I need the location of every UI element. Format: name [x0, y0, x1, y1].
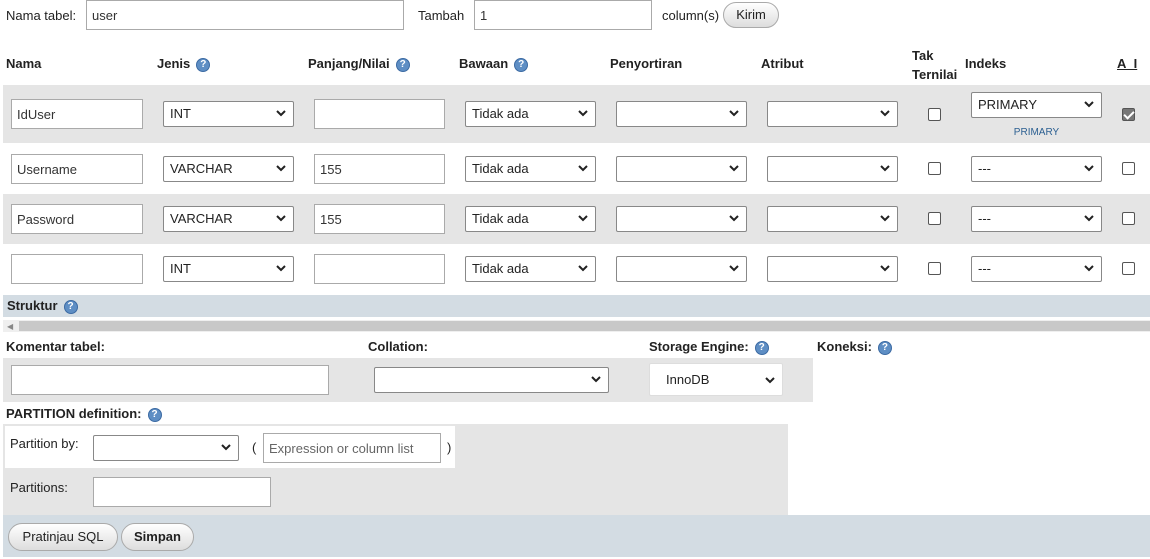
close-paren: )	[447, 440, 452, 455]
column-type-select[interactable]: INT	[163, 101, 294, 127]
partitions-label: Partitions:	[10, 480, 68, 495]
column-name-input[interactable]	[11, 99, 143, 129]
column-type-select[interactable]: INT	[163, 256, 294, 282]
structure-section-bar: Struktur?	[3, 295, 1150, 317]
column-attribute-select[interactable]	[767, 256, 898, 282]
scrollbar-thumb[interactable]	[19, 321, 1150, 331]
collation-label: Collation:	[368, 339, 428, 354]
column-index-select[interactable]: PRIMARY	[971, 92, 1102, 118]
header-attribute: Atribut	[761, 56, 804, 71]
partition-by-select[interactable]	[93, 435, 239, 461]
table-comment-input[interactable]	[11, 365, 329, 395]
column-name-input[interactable]	[11, 204, 143, 234]
header-default: Bawaan?	[459, 56, 529, 72]
column-default-select[interactable]: Tidak ada	[465, 156, 596, 182]
column-null-checkbox[interactable]	[928, 212, 941, 225]
partition-expression-input[interactable]	[263, 433, 441, 463]
storage-engine-label: Storage Engine:?	[649, 339, 769, 355]
column-length-input[interactable]	[314, 204, 445, 234]
header-null: Tak Ternilai	[912, 48, 958, 82]
table-name-input[interactable]	[86, 0, 404, 30]
column-collation-select[interactable]	[616, 101, 747, 127]
column-attribute-select[interactable]	[767, 101, 898, 127]
column-null-checkbox[interactable]	[928, 108, 941, 121]
column-collation-select[interactable]	[616, 256, 747, 282]
preview-sql-button[interactable]: Pratinjau SQL	[8, 523, 118, 551]
column-index-select[interactable]: ---	[971, 206, 1102, 232]
storage-engine-select[interactable]: InnoDB	[649, 363, 783, 396]
column-attribute-select[interactable]	[767, 206, 898, 232]
column-default-select[interactable]: Tidak ada	[465, 206, 596, 232]
structure-label: Struktur?	[7, 298, 78, 314]
partitions-count-input[interactable]	[93, 477, 271, 507]
table-name-label: Nama tabel:	[6, 8, 77, 23]
partition-title: PARTITION definition:?	[6, 406, 162, 422]
column-index-select[interactable]: ---	[971, 156, 1102, 182]
header-index: Indeks	[965, 56, 1007, 71]
help-icon[interactable]: ?	[877, 340, 892, 355]
column-null-checkbox[interactable]	[928, 162, 941, 175]
scroll-left-icon[interactable]: ◀	[7, 322, 13, 331]
column-collation-select[interactable]	[616, 156, 747, 182]
column-default-select[interactable]: Tidak ada	[465, 256, 596, 282]
connection-label: Koneksi:?	[817, 339, 892, 355]
help-icon[interactable]: ?	[754, 340, 769, 355]
save-button[interactable]: Simpan	[121, 523, 194, 551]
column-collation-select[interactable]	[616, 206, 747, 232]
column-ai-checkbox[interactable]	[1122, 162, 1135, 175]
horizontal-scrollbar[interactable]: ◀	[3, 320, 1150, 332]
column-type-select[interactable]: VARCHAR	[163, 156, 294, 182]
go-button[interactable]: Kirim	[723, 2, 779, 28]
column-ai-checkbox[interactable]	[1122, 262, 1135, 275]
column-length-input[interactable]	[314, 154, 445, 184]
help-icon[interactable]: ?	[395, 57, 410, 72]
index-note: PRIMARY	[1013, 127, 1060, 138]
header-name: Nama	[6, 56, 42, 71]
column-name-input[interactable]	[11, 154, 143, 184]
help-icon[interactable]: ?	[63, 299, 78, 314]
header-collation: Penyortiran	[610, 56, 683, 71]
column-ai-checkbox[interactable]	[1122, 108, 1135, 121]
help-icon[interactable]: ?	[147, 407, 162, 422]
header-length: Panjang/Nilai?	[308, 56, 410, 72]
help-icon[interactable]: ?	[514, 57, 529, 72]
column-length-input[interactable]	[314, 254, 445, 284]
add-columns-count-input[interactable]	[474, 0, 652, 30]
help-icon[interactable]: ?	[196, 57, 211, 72]
header-type: Jenis?	[157, 56, 211, 72]
columns-unit-label: column(s)	[662, 8, 720, 23]
table-collation-select[interactable]	[374, 367, 609, 393]
column-ai-checkbox[interactable]	[1122, 212, 1135, 225]
column-default-select[interactable]: Tidak ada	[465, 101, 596, 127]
column-type-select[interactable]: VARCHAR	[163, 206, 294, 232]
column-null-checkbox[interactable]	[928, 262, 941, 275]
column-name-input[interactable]	[11, 254, 143, 284]
add-columns-label: Tambah	[418, 8, 465, 23]
partition-by-label: Partition by:	[10, 436, 79, 451]
open-paren: (	[252, 440, 257, 455]
column-index-select[interactable]: ---	[971, 256, 1102, 282]
column-attribute-select[interactable]	[767, 156, 898, 182]
table-comment-label: Komentar tabel:	[6, 339, 105, 354]
column-length-input[interactable]	[314, 99, 445, 129]
header-ai: A_I	[1117, 56, 1138, 71]
